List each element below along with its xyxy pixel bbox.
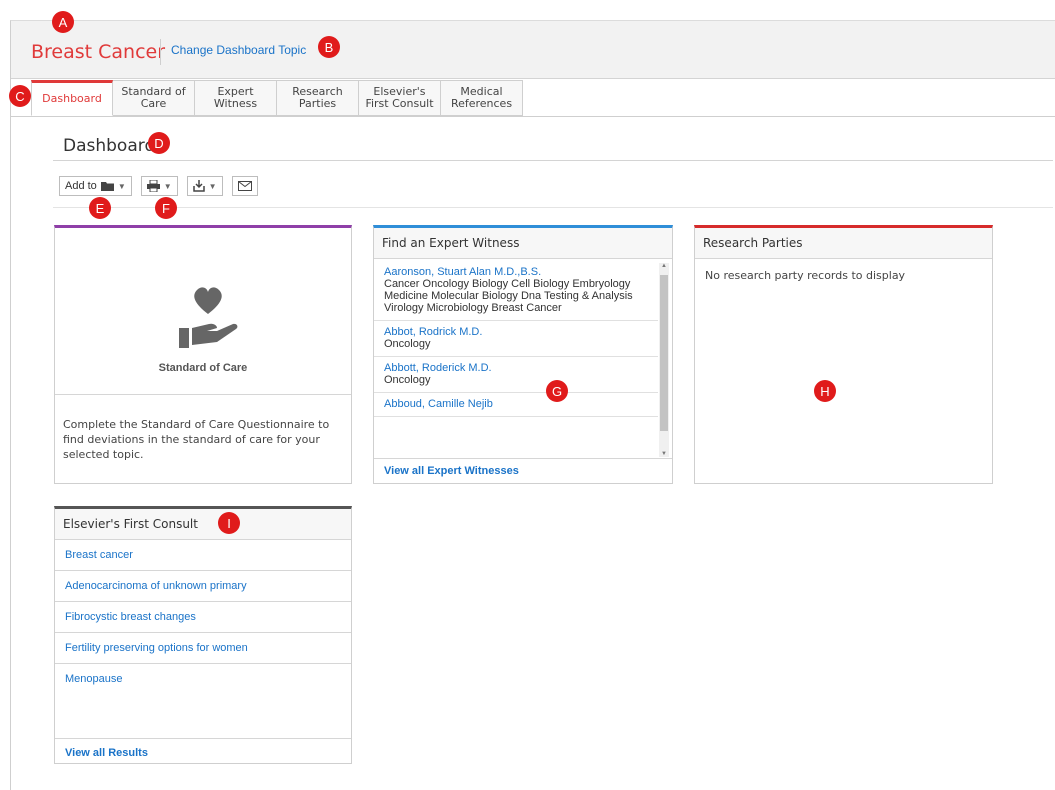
view-all-results-link[interactable]: View all Results <box>55 738 351 766</box>
callout-marker: F <box>155 197 177 219</box>
toolbar: Add to ▼ ▼ ▼ <box>59 176 258 196</box>
standard-of-care-art: Standard of Care <box>55 228 351 395</box>
expert-witness-title: Find an Expert Witness <box>374 228 672 259</box>
heart-hand-icon <box>179 287 238 348</box>
callout-marker: I <box>218 512 240 534</box>
tab-bar: Dashboard Standard of Care Expert Witnes… <box>31 80 523 117</box>
callout-marker: H <box>814 380 836 402</box>
list-item: Abbott, Roderick M.D. Oncology <box>374 357 658 393</box>
tab-standard-of-care[interactable]: Standard of Care <box>113 80 195 116</box>
list-item[interactable]: Fertility preserving options for women <box>55 633 351 664</box>
list-item: Abbot, Rodrick M.D. Oncology <box>374 321 658 357</box>
list-item[interactable]: Menopause <box>55 664 351 694</box>
callout-marker: A <box>52 11 74 33</box>
print-icon <box>146 180 160 192</box>
first-consult-card: Elsevier's First Consult Breast cancer A… <box>54 506 352 764</box>
title-divider <box>53 160 1053 161</box>
expert-name-link[interactable]: Abboud, Camille Nejib <box>384 398 650 410</box>
callout-marker: G <box>546 380 568 402</box>
scroll-up-icon[interactable]: ▲ <box>659 263 669 269</box>
scroll-thumb[interactable] <box>660 275 668 431</box>
expert-name-link[interactable]: Abbott, Roderick M.D. <box>384 362 650 374</box>
folder-icon <box>100 182 114 191</box>
list-item[interactable]: Breast cancer <box>55 540 351 571</box>
callout-marker: E <box>89 197 111 219</box>
expert-specialty: Cancer Oncology Biology Cell Biology Emb… <box>384 278 633 314</box>
callout-marker: B <box>318 36 340 58</box>
chevron-down-icon: ▼ <box>117 181 126 191</box>
scroll-down-icon[interactable]: ▼ <box>659 451 669 457</box>
research-parties-card: Research Parties No research party recor… <box>694 225 993 484</box>
print-button[interactable]: ▼ <box>140 176 178 196</box>
header-divider <box>160 39 161 65</box>
expert-specialty: Oncology <box>384 374 431 386</box>
add-to-label: Add to <box>65 180 97 192</box>
scrollbar[interactable]: ▲ ▼ <box>659 263 669 457</box>
research-parties-title: Research Parties <box>695 228 992 259</box>
tabs-divider <box>11 116 1055 117</box>
email-icon <box>237 181 252 191</box>
tab-first-consult[interactable]: Elsevier's First Consult <box>359 80 441 116</box>
list-item[interactable]: Adenocarcinoma of unknown primary <box>55 571 351 602</box>
toolbar-divider <box>53 207 1053 208</box>
first-consult-title: Elsevier's First Consult <box>55 509 351 540</box>
expert-name-link[interactable]: Aaronson, Stuart Alan M.D.,B.S. <box>384 266 650 278</box>
expert-witness-card: Find an Expert Witness Aaronson, Stuart … <box>373 225 673 484</box>
email-button[interactable] <box>231 176 258 196</box>
expert-witness-list: Aaronson, Stuart Alan M.D.,B.S. Cancer O… <box>374 261 658 458</box>
empty-message: No research party records to display <box>705 269 906 282</box>
list-item: Abboud, Camille Nejib <box>374 393 658 417</box>
standard-of-care-description: Complete the Standard of Care Questionna… <box>63 418 330 461</box>
download-button[interactable]: ▼ <box>186 176 223 196</box>
tab-research-parties[interactable]: Research Parties <box>277 80 359 116</box>
change-topic-link[interactable]: Change Dashboard Topic <box>171 43 306 57</box>
list-item[interactable]: Fibrocystic breast changes <box>55 602 351 633</box>
page-title: Dashboard <box>63 136 156 156</box>
topic-title: Breast Cancer <box>31 41 166 63</box>
view-all-expert-witnesses-link[interactable]: View all Expert Witnesses <box>374 458 672 483</box>
add-to-button[interactable]: Add to ▼ <box>59 176 132 196</box>
callout-marker: D <box>148 132 170 154</box>
callout-marker: C <box>9 85 31 107</box>
topic-header: Breast Cancer Change Dashboard Topic <box>11 21 1055 79</box>
tab-medical-references[interactable]: Medical References <box>441 80 523 116</box>
standard-of-care-label: Standard of Care <box>158 362 248 374</box>
chevron-down-icon: ▼ <box>163 181 172 191</box>
download-icon <box>192 180 205 192</box>
tab-dashboard[interactable]: Dashboard <box>31 80 113 116</box>
expert-specialty: Oncology <box>384 338 431 350</box>
tab-expert-witness[interactable]: Expert Witness <box>195 80 277 116</box>
list-item: Aaronson, Stuart Alan M.D.,B.S. Cancer O… <box>374 261 658 321</box>
standard-of-care-card[interactable]: Standard of Care Complete the Standard o… <box>54 225 352 484</box>
chevron-down-icon: ▼ <box>208 181 217 191</box>
expert-name-link[interactable]: Abbot, Rodrick M.D. <box>384 326 650 338</box>
